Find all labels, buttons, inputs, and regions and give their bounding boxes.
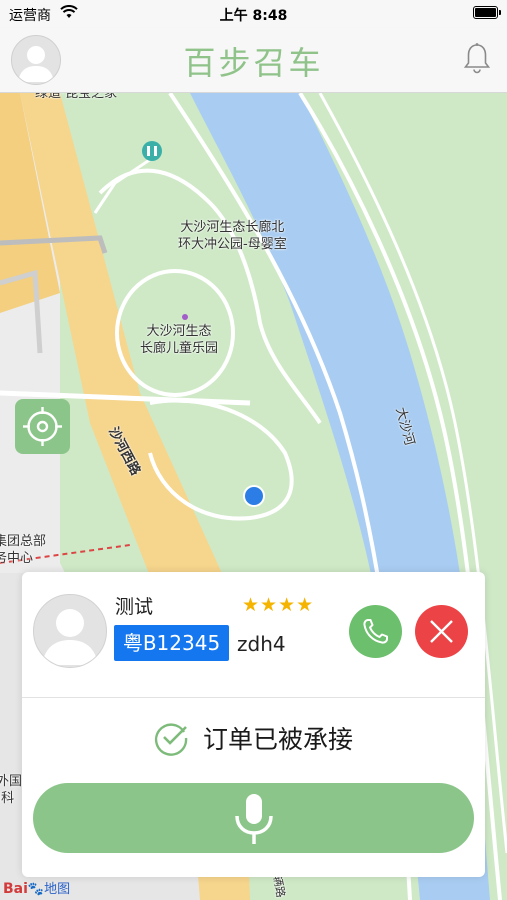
license-plate: 粤B12345	[114, 625, 229, 661]
close-icon	[430, 620, 453, 643]
driver-card: 测试 ★★★★ 粤B12345 zdh4 订单已被承接	[22, 572, 485, 877]
map-label-building-lower: 外国 )科	[0, 774, 23, 806]
status-time: 上午 8:48	[219, 8, 288, 24]
phone-icon	[363, 619, 388, 644]
crosshair-icon	[23, 407, 62, 446]
rating-stars: ★★★★	[242, 594, 315, 616]
status-bar: 运营商 上午 8:48	[0, 0, 507, 28]
map-label-road-bottom: 辆路	[270, 874, 288, 899]
battery-icon	[473, 6, 501, 19]
locate-button[interactable]	[15, 399, 70, 454]
nav-bar: 百步召车	[0, 28, 507, 93]
map-label-poi-north: 大沙河生态长廊北 环大冲公园-母婴室	[178, 220, 287, 252]
app-title: 百步召车	[183, 44, 324, 82]
call-button[interactable]	[349, 605, 402, 658]
driver-avatar-icon	[33, 594, 107, 668]
paw-icon: 🐾	[27, 882, 45, 897]
map-label-building: 集团总部 务中心	[0, 534, 47, 566]
map-label-top: 绿道·昆宝之家	[35, 93, 118, 101]
car-model: zdh4	[237, 632, 286, 656]
card-divider	[22, 697, 485, 698]
driver-name: 测试	[115, 596, 154, 618]
order-status-text: 订单已被承接	[203, 725, 354, 754]
map-label-playground: 大沙河生态 长廊儿童乐园	[140, 324, 219, 356]
microphone-icon	[235, 794, 273, 844]
baidu-map-logo: Bai🐾地图	[3, 881, 71, 897]
voice-button[interactable]	[33, 783, 474, 853]
order-status: 订单已被承接	[22, 720, 485, 756]
check-circle-icon	[154, 723, 188, 756]
cancel-button[interactable]	[415, 605, 468, 658]
bell-icon[interactable]	[463, 42, 491, 74]
